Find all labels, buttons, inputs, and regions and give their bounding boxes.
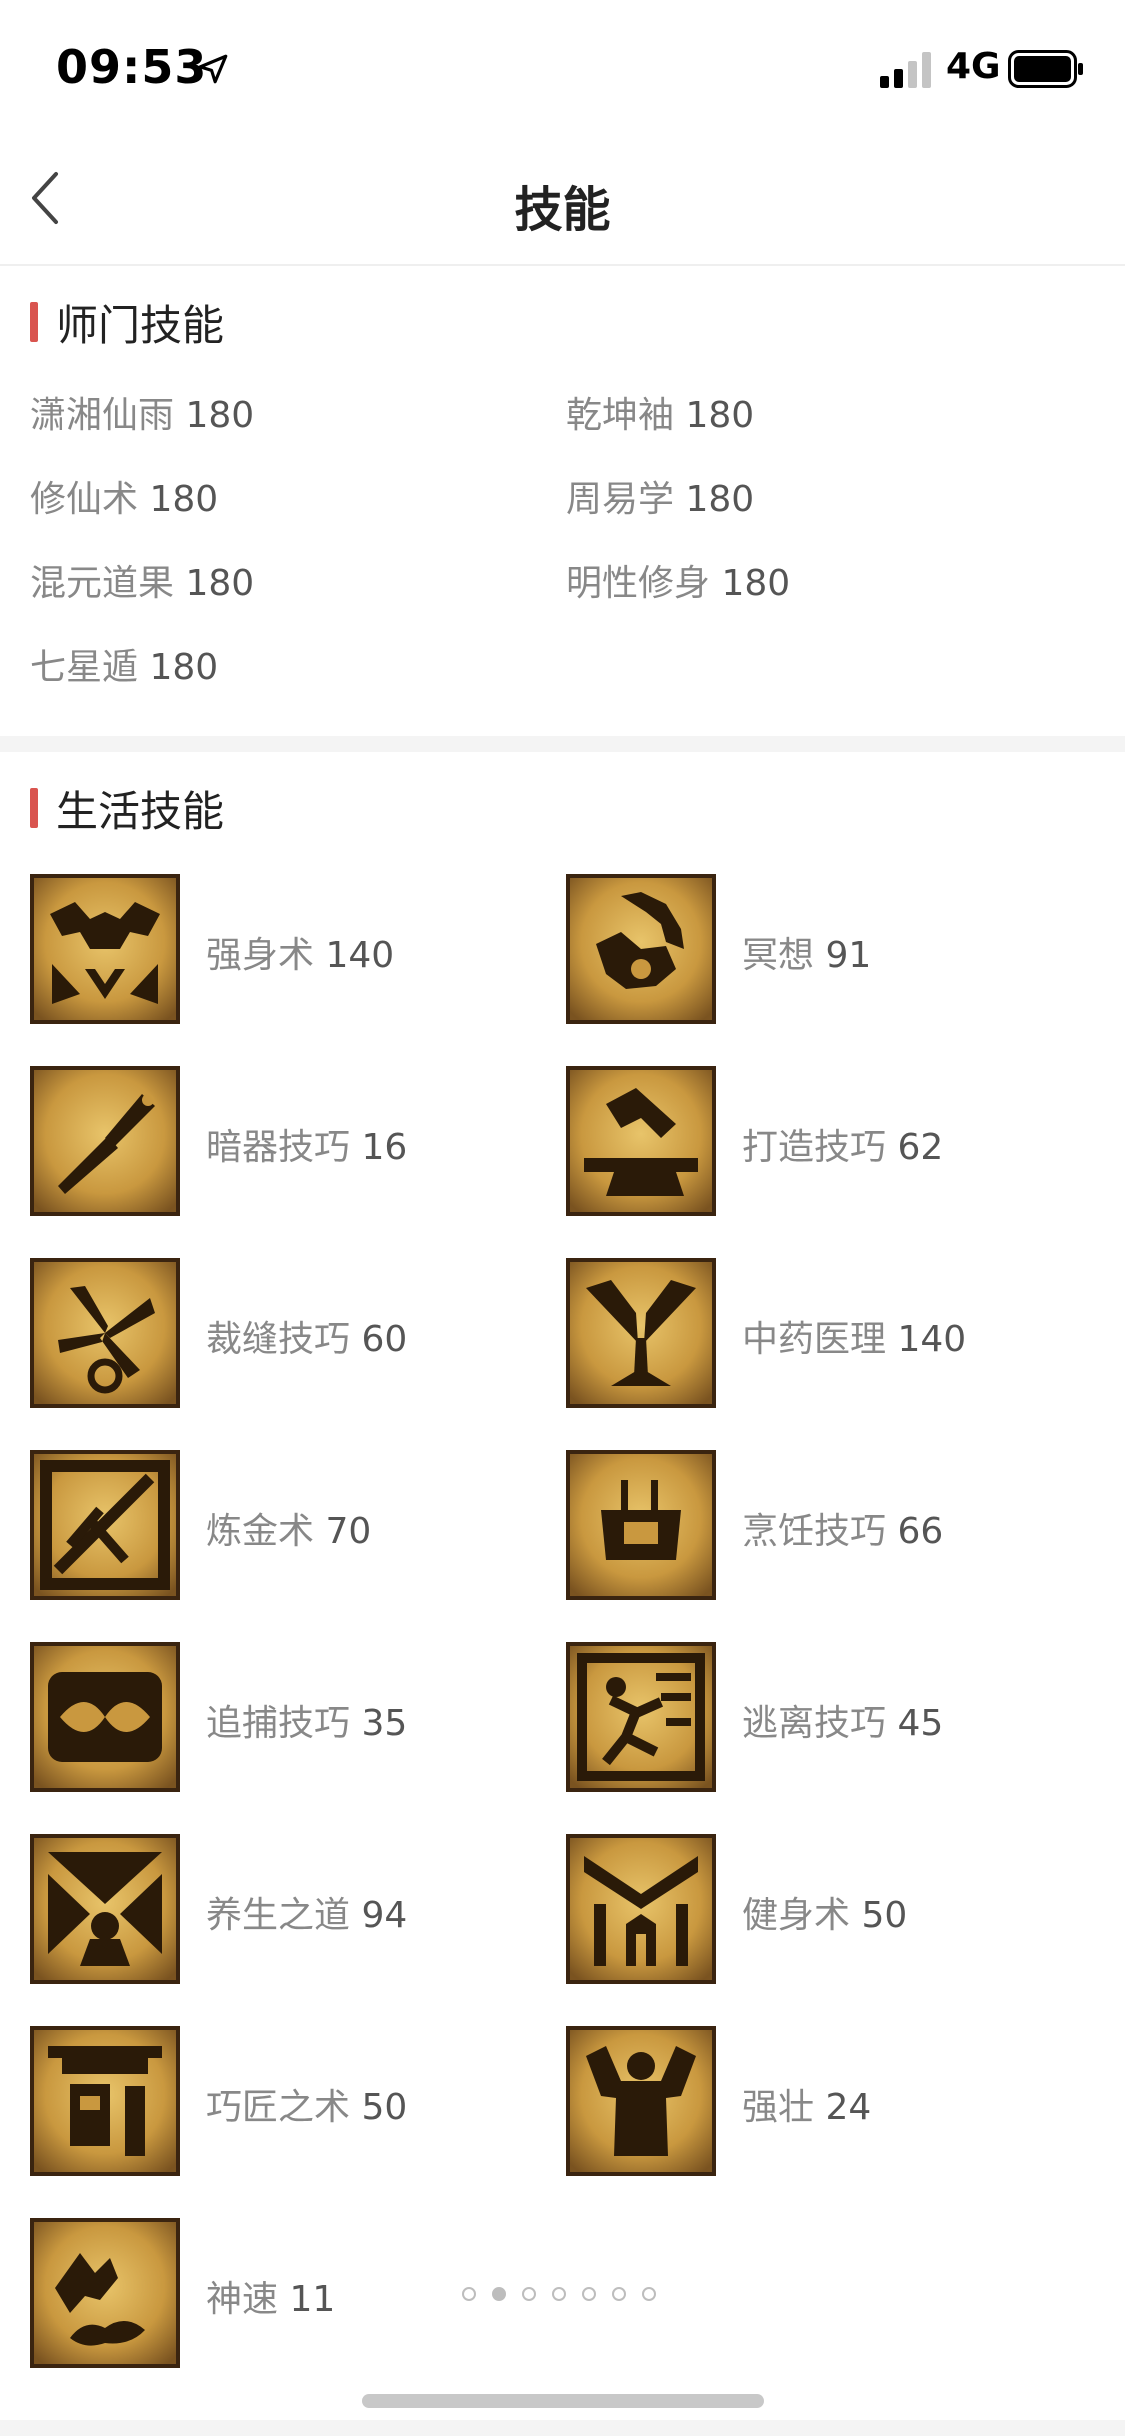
speed-icon <box>30 2218 180 2368</box>
life-skill-label: 冥想 91 <box>742 935 872 976</box>
strength-icon <box>30 874 180 1024</box>
page-dot[interactable] <box>612 2287 626 2301</box>
page-dot[interactable] <box>582 2287 596 2301</box>
life-skill-label: 神速 11 <box>206 2279 336 2320</box>
escape-icon <box>566 1642 716 1792</box>
chase-icon <box>30 1642 180 1792</box>
status-bar: 09:53 4G <box>0 0 1125 132</box>
bottom-strip <box>0 2420 1125 2436</box>
life-skill-item[interactable]: 追捕技巧 35 <box>30 1642 510 1792</box>
life-skill-label: 中药医理 140 <box>742 1319 967 1360</box>
cooking-pot-icon <box>566 1450 716 1600</box>
location-arrow-icon <box>198 54 228 84</box>
page-dot[interactable] <box>462 2287 476 2301</box>
network-type: 4G <box>946 46 1001 87</box>
life-skill-item[interactable]: 养生之道 94 <box>30 1834 510 1984</box>
life-skill-item[interactable]: 暗器技巧 16 <box>30 1066 510 1216</box>
meditation-icon <box>566 874 716 1024</box>
school-skill: 潇湘仙雨 180 <box>30 395 255 436</box>
life-skills-header: 生活技能 <box>30 784 224 836</box>
page-indicator[interactable] <box>462 2282 672 2306</box>
school-skills-header: 师门技能 <box>30 298 224 350</box>
school-skill: 混元道果 180 <box>30 563 255 604</box>
life-skill-item[interactable]: 强壮 24 <box>566 2026 1046 2176</box>
life-skill-item[interactable]: 烹饪技巧 66 <box>566 1450 1046 1600</box>
school-skill: 明性修身 180 <box>566 563 791 604</box>
life-skill-label: 养生之道 94 <box>206 1895 408 1936</box>
life-skill-item[interactable]: 健身术 50 <box>566 1834 1046 1984</box>
school-skills-title: 师门技能 <box>56 300 225 350</box>
life-skill-item[interactable]: 巧匠之术 50 <box>30 2026 510 2176</box>
page-dot[interactable] <box>522 2287 536 2301</box>
life-skill-label: 追捕技巧 35 <box>206 1703 408 1744</box>
craftsman-icon <box>30 2026 180 2176</box>
muscle-icon <box>566 2026 716 2176</box>
section-accent-bar <box>30 788 38 828</box>
school-skill: 周易学 180 <box>566 479 755 520</box>
anvil-hammer-icon <box>566 1066 716 1216</box>
life-skill-item[interactable]: 中药医理 140 <box>566 1258 1046 1408</box>
life-skill-label: 裁缝技巧 60 <box>206 1319 408 1360</box>
health-icon <box>30 1834 180 1984</box>
battery-icon <box>1008 50 1083 88</box>
life-skill-label: 逃离技巧 45 <box>742 1703 944 1744</box>
life-skill-label: 打造技巧 62 <box>742 1127 944 1168</box>
life-skill-item[interactable]: 裁缝技巧 60 <box>30 1258 510 1408</box>
life-skill-item[interactable]: 强身术 140 <box>30 874 510 1024</box>
life-skill-item[interactable]: 逃离技巧 45 <box>566 1642 1046 1792</box>
life-skill-label: 强身术 140 <box>206 935 395 976</box>
school-skill: 修仙术 180 <box>30 479 219 520</box>
dart-icon <box>30 1066 180 1216</box>
page-dot-active[interactable] <box>492 2287 506 2301</box>
section-accent-bar <box>30 302 38 342</box>
life-skill-label: 健身术 50 <box>742 1895 908 1936</box>
life-skill-item[interactable]: 炼金术 70 <box>30 1450 510 1600</box>
life-skill-item[interactable]: 神速 11 <box>30 2218 450 2368</box>
fitness-icon <box>566 1834 716 1984</box>
herb-icon <box>566 1258 716 1408</box>
nav-bar: 技能 <box>0 132 1125 266</box>
life-skill-label: 巧匠之术 50 <box>206 2087 408 2128</box>
life-skills-title: 生活技能 <box>56 786 225 836</box>
life-skill-label: 烹饪技巧 66 <box>742 1511 944 1552</box>
life-skill-item[interactable]: 打造技巧 62 <box>566 1066 1046 1216</box>
page-dot[interactable] <box>552 2287 566 2301</box>
section-divider <box>0 736 1125 752</box>
status-time: 09:53 <box>56 40 208 94</box>
alchemy-icon <box>30 1450 180 1600</box>
life-skill-label: 暗器技巧 16 <box>206 1127 408 1168</box>
signal-icon <box>880 52 931 88</box>
page-title: 技能 <box>514 182 611 238</box>
life-skill-label: 炼金术 70 <box>206 1511 372 1552</box>
page-dot[interactable] <box>642 2287 656 2301</box>
school-skill: 乾坤袖 180 <box>566 395 755 436</box>
home-indicator[interactable] <box>362 2394 764 2408</box>
life-skill-label: 强壮 24 <box>742 2087 872 2128</box>
school-skill: 七星遁 180 <box>30 647 219 688</box>
life-skill-item[interactable]: 冥想 91 <box>566 874 1046 1024</box>
scissors-icon <box>30 1258 180 1408</box>
